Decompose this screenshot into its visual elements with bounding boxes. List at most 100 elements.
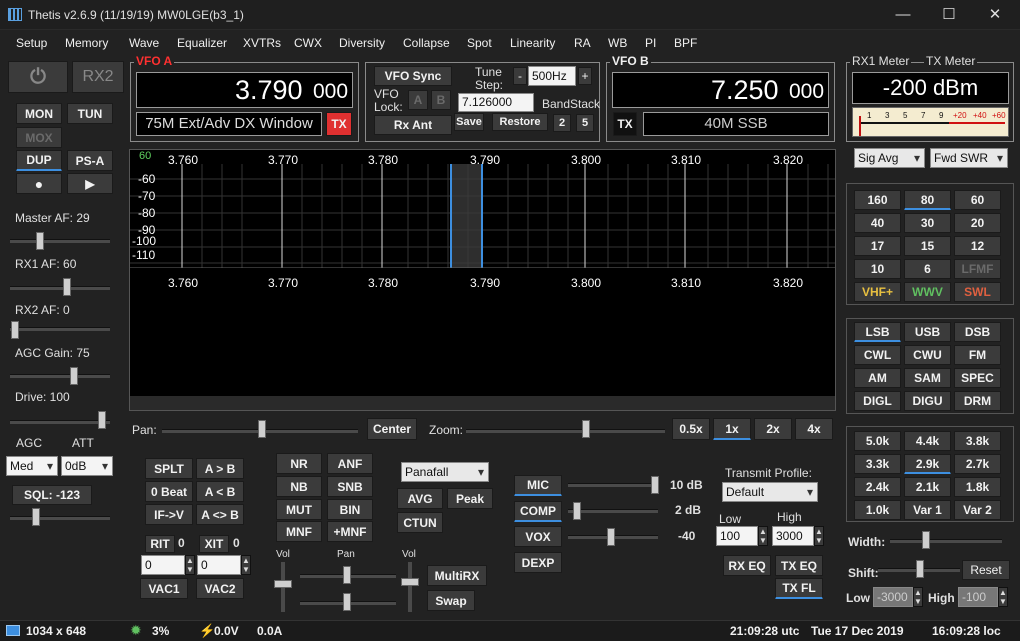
band-40-button[interactable]: 40 — [854, 213, 901, 233]
restore-button[interactable]: Restore — [492, 113, 548, 131]
band-20-button[interactable]: 20 — [954, 213, 1001, 233]
nr-button[interactable]: NR — [276, 453, 322, 474]
band-vhf-button[interactable]: VHF+ — [854, 282, 901, 302]
avg-button[interactable]: AVG — [397, 488, 443, 509]
dup-button[interactable]: DUP — [16, 150, 62, 171]
rx2-af-slider[interactable] — [11, 321, 19, 339]
sql-button[interactable]: SQL: -123 — [12, 485, 92, 505]
rit-button[interactable]: RIT — [145, 535, 175, 553]
filter-var2-button[interactable]: Var 2 — [954, 500, 1001, 520]
transmit-profile-select[interactable]: Default — [722, 482, 818, 502]
dexp-button[interactable]: DEXP — [514, 552, 562, 573]
filter-2-9k-button[interactable]: 2.9k — [904, 454, 951, 474]
menu-equalizer[interactable]: Equalizer — [177, 36, 227, 50]
vac2-button[interactable]: VAC2 — [196, 578, 244, 599]
drive-slider[interactable] — [98, 411, 106, 429]
mox-button[interactable]: MOX — [16, 127, 62, 148]
mut-button[interactable]: MUT — [276, 499, 322, 520]
mnf-button[interactable]: MNF — [276, 521, 322, 542]
a-swap-b-button[interactable]: A <> B — [196, 504, 244, 525]
filter-2-4k-button[interactable]: 2.4k — [854, 477, 901, 497]
multirx-button[interactable]: MultiRX — [427, 565, 487, 586]
band-30-button[interactable]: 30 — [904, 213, 951, 233]
filter-width-slider[interactable] — [922, 531, 930, 549]
rit-input[interactable]: 0 — [141, 555, 185, 575]
comp-button[interactable]: COMP — [514, 501, 562, 522]
mode-usb-button[interactable]: USB — [904, 322, 951, 342]
agc-select[interactable]: Med — [6, 456, 58, 476]
filter-5-0k-button[interactable]: 5.0k — [854, 431, 901, 451]
menu-setup[interactable]: Setup — [16, 36, 47, 50]
step-minus-button[interactable]: - — [513, 67, 527, 85]
zoom-2x-button[interactable]: 2x — [754, 418, 792, 440]
band-swl-button[interactable]: SWL — [954, 282, 1001, 302]
xit-input[interactable]: 0 — [197, 555, 241, 575]
a-to-b-button[interactable]: A > B — [196, 458, 244, 479]
sql-slider[interactable] — [32, 508, 40, 526]
rx2-vol-slider[interactable] — [401, 578, 419, 586]
band-80-button[interactable]: 80 — [904, 190, 951, 210]
bandstack-5-button[interactable]: 5 — [576, 114, 594, 132]
rx2-button[interactable]: RX2 — [72, 61, 124, 93]
peak-button[interactable]: Peak — [447, 488, 493, 509]
agc-gain-slider[interactable] — [70, 367, 78, 385]
band-160-button[interactable]: 160 — [854, 190, 901, 210]
filter-1-0k-button[interactable]: 1.0k — [854, 500, 901, 520]
maximize-button[interactable]: ☐ — [926, 0, 972, 30]
lock-freq-input[interactable]: 7.126000 — [458, 93, 534, 112]
minimize-button[interactable]: — — [880, 0, 926, 30]
tx-filter-low-spinner[interactable]: ▲ ▼ — [758, 526, 768, 546]
lock-a-button[interactable]: A — [408, 90, 428, 110]
master-af-slider[interactable] — [36, 232, 44, 250]
band-15-button[interactable]: 15 — [904, 236, 951, 256]
mode-fm-button[interactable]: FM — [954, 345, 1001, 365]
menu-collapse[interactable]: Collapse — [403, 36, 450, 50]
att-select[interactable]: 0dB — [61, 456, 113, 476]
anf-button[interactable]: ANF — [327, 453, 373, 474]
filter-high-spinner[interactable]: ▲ ▼ — [998, 587, 1008, 607]
tun-button[interactable]: TUN — [67, 103, 113, 124]
menu-wb[interactable]: WB — [608, 36, 627, 50]
filter-4-4k-button[interactable]: 4.4k — [904, 431, 951, 451]
mode-drm-button[interactable]: DRM — [954, 391, 1001, 411]
power-button[interactable]: ⏻ — [8, 61, 68, 93]
mode-lsb-button[interactable]: LSB — [854, 322, 901, 342]
vfo-b-display[interactable]: 7.250 000 — [612, 72, 829, 108]
nb-button[interactable]: NB — [276, 476, 322, 497]
if-to-v-button[interactable]: IF->V — [145, 504, 193, 525]
rx-vol-slider[interactable] — [274, 580, 292, 588]
display-mode-select[interactable]: Panafall — [401, 462, 489, 482]
rit-spinner[interactable]: ▲ ▼ — [185, 555, 195, 575]
mode-dsb-button[interactable]: DSB — [954, 322, 1001, 342]
filter-2-1k-button[interactable]: 2.1k — [904, 477, 951, 497]
vfo-a-display[interactable]: 3.790 000 — [136, 72, 353, 108]
filter-1-8k-button[interactable]: 1.8k — [954, 477, 1001, 497]
vfo-sync-button[interactable]: VFO Sync — [374, 66, 452, 86]
rx-ant-button[interactable]: Rx Ant — [374, 115, 452, 135]
mode-cwl-button[interactable]: CWL — [854, 345, 901, 365]
rx-eq-button[interactable]: RX EQ — [723, 555, 771, 576]
split-button[interactable]: SPLT — [145, 458, 193, 479]
step-plus-button[interactable]: + — [578, 67, 592, 85]
filter-shift-slider[interactable] — [916, 560, 924, 578]
filter-reset-button[interactable]: Reset — [962, 560, 1010, 580]
filter-high-input[interactable]: -100 — [958, 587, 998, 607]
panadapter-display[interactable]: 60 3.760 3.770 3.780 3.790 3.800 3.810 3… — [129, 149, 836, 411]
zero-beat-button[interactable]: 0 Beat — [145, 481, 193, 502]
menu-bpf[interactable]: BPF — [674, 36, 697, 50]
ps-a-button[interactable]: PS-A — [67, 150, 113, 171]
rx2-pan-slider[interactable] — [343, 593, 351, 611]
band-12-button[interactable]: 12 — [954, 236, 1001, 256]
save-button[interactable]: Save — [454, 113, 484, 131]
band-6-button[interactable]: 6 — [904, 259, 951, 279]
pan-slider[interactable] — [258, 420, 266, 438]
xit-spinner[interactable]: ▲ ▼ — [241, 555, 251, 575]
close-button[interactable]: ✕ — [972, 0, 1018, 30]
center-button[interactable]: Center — [367, 418, 417, 440]
mic-slider[interactable] — [651, 476, 659, 494]
band-wwv-button[interactable]: WWV — [904, 282, 951, 302]
band-10-button[interactable]: 10 — [854, 259, 901, 279]
tune-step-value[interactable]: 500Hz — [528, 66, 576, 86]
ctun-button[interactable]: CTUN — [397, 512, 443, 533]
band-60-button[interactable]: 60 — [954, 190, 1001, 210]
